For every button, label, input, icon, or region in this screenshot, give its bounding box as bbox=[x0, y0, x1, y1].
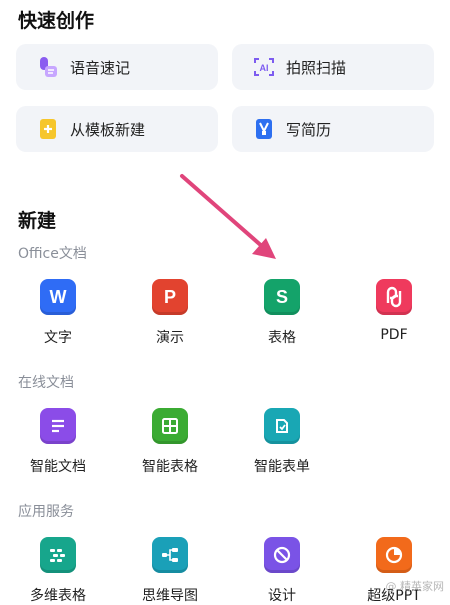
watermark-text: @ 精英家网 bbox=[385, 580, 445, 593]
annotation-arrow-icon bbox=[180, 174, 276, 259]
watermark: @ 精英家网 bbox=[386, 578, 445, 594]
